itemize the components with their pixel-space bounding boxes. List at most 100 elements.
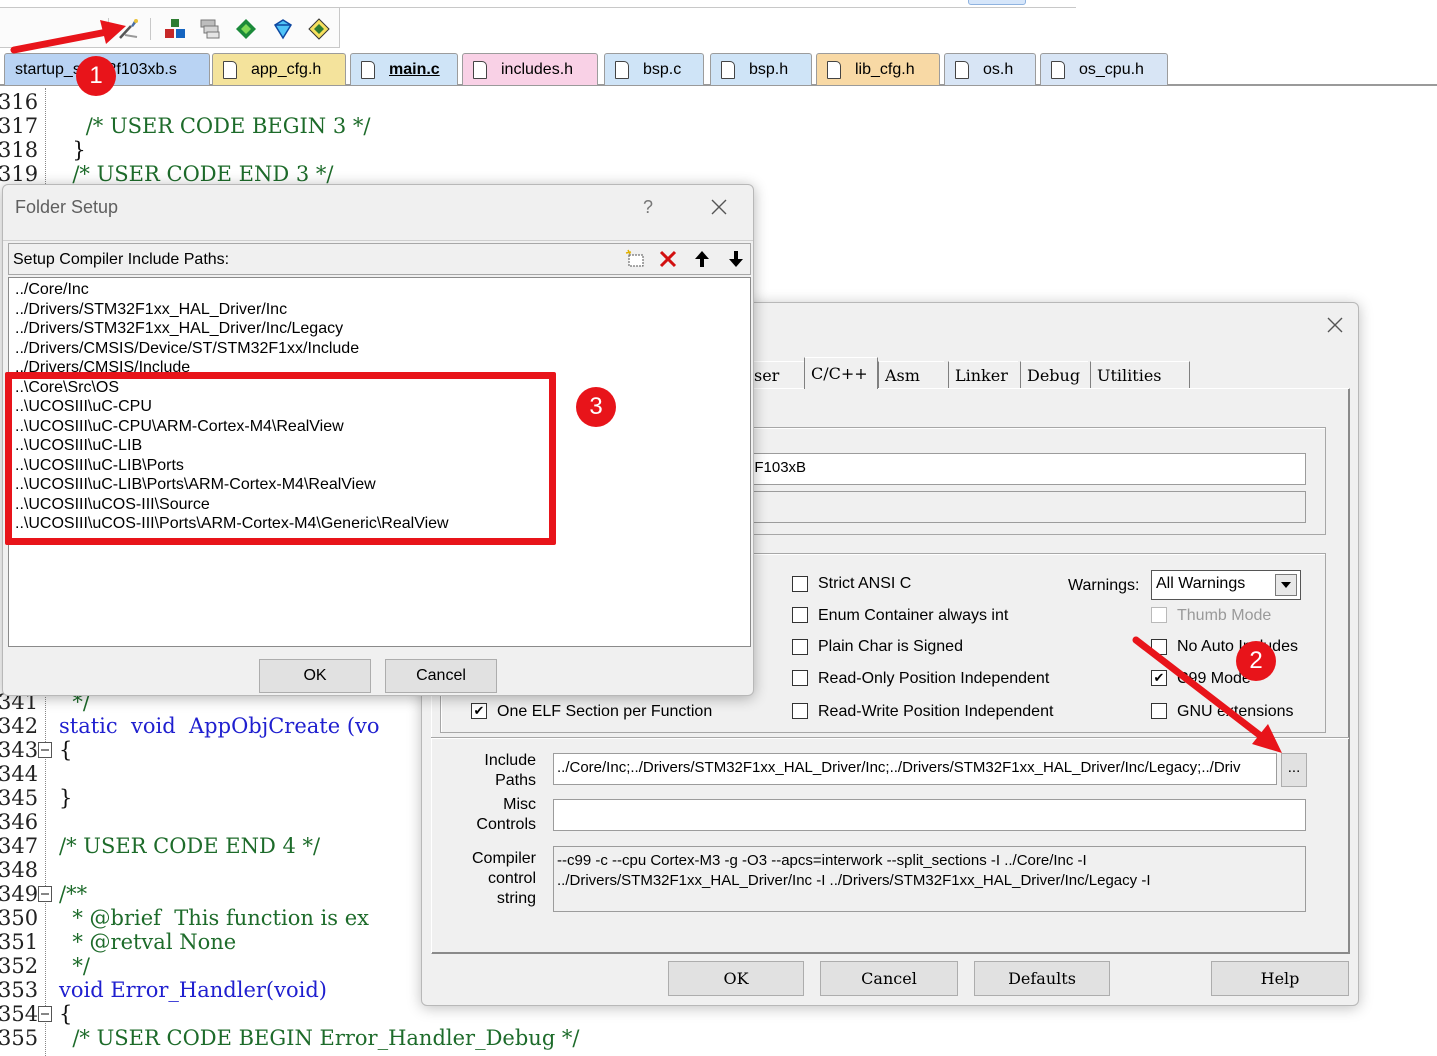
tab-debug[interactable]: Debug [1020, 361, 1088, 389]
rwpi-checkbox[interactable] [792, 703, 808, 719]
delete-icon[interactable] [653, 246, 683, 272]
step-badge-1: 1 [76, 56, 116, 96]
software-pack-icon[interactable] [270, 16, 296, 42]
tab-user[interactable]: ser [748, 361, 806, 389]
tab-bsp-c[interactable]: bsp.c [604, 53, 704, 85]
line-number: 342 [0, 714, 39, 738]
include-paths-label: Include Paths [484, 752, 536, 789]
tab-label: bsp.c [643, 60, 682, 78]
tab-label: Utilities [1097, 366, 1162, 385]
wizard-icon[interactable] [116, 16, 142, 42]
close-icon[interactable] [707, 195, 731, 219]
ok-button[interactable]: OK [259, 659, 371, 693]
include-path-item[interactable]: ../Drivers/STM32F1xx_HAL_Driver/Inc [15, 300, 287, 319]
build-target-icon[interactable] [306, 16, 332, 42]
tab-includes-h[interactable]: includes.h [462, 53, 598, 85]
line-number: 345 [0, 786, 39, 810]
code-text: /** [59, 882, 88, 906]
compiler-control-string-field[interactable]: --c99 -c --cpu Cortex-M3 -g -O3 --apcs=i… [553, 846, 1306, 912]
tab-asm[interactable]: Asm [878, 361, 944, 389]
tab-label: Linker [955, 366, 1008, 385]
strict-ansi-checkbox[interactable] [792, 576, 808, 592]
include-paths-header-label: Setup Compiler Include Paths: [13, 251, 230, 268]
fold-toggle-icon[interactable] [38, 1006, 52, 1022]
tab-label: C/C++ [811, 364, 868, 383]
tab-bsp-h[interactable]: bsp.h [710, 53, 812, 85]
line-number: 317 [0, 114, 39, 138]
compiler-control-string-label: Compiler control string [471, 850, 536, 907]
file-icon [223, 60, 237, 79]
new-folder-icon[interactable] [621, 246, 651, 272]
tab-app-cfg-h[interactable]: app_cfg.h [212, 53, 346, 85]
line-number: 348 [0, 858, 39, 882]
include-paths-field[interactable]: ../Core/Inc;../Drivers/STM32F1xx_HAL_Dri… [553, 753, 1277, 785]
tab-lib-cfg-h[interactable]: lib_cfg.h [816, 53, 940, 85]
code-line[interactable]: 319 /* USER CODE END 3 */ [0, 162, 1437, 186]
c99-mode-checkbox[interactable]: ✔ [1151, 670, 1167, 686]
cancel-button[interactable]: Cancel [820, 961, 958, 996]
move-up-icon[interactable] [687, 246, 717, 272]
thumb-mode-checkbox [1151, 607, 1167, 623]
misc-controls-field[interactable] [553, 799, 1306, 831]
menu-bar-remnant [0, 0, 1076, 8]
code-text: { [59, 1002, 73, 1026]
fold-toggle-icon[interactable] [38, 742, 52, 758]
line-number: 353 [0, 978, 39, 1002]
help-button[interactable]: Help [1211, 961, 1349, 996]
code-line[interactable]: 355 /* USER CODE BEGIN Error_Handler_Deb… [0, 1026, 1437, 1050]
one-elf-section-label: One ELF Section per Function [497, 703, 713, 720]
tab-label: bsp.h [749, 60, 789, 78]
line-number: 350 [0, 906, 39, 930]
close-icon[interactable] [1323, 313, 1347, 337]
enum-container-checkbox[interactable] [792, 607, 808, 623]
plain-char-signed-checkbox[interactable] [792, 639, 808, 655]
no-auto-includes-checkbox[interactable] [1151, 639, 1167, 655]
one-elf-section-checkbox[interactable]: ✔ [471, 703, 487, 719]
code-text: * @brief This function is ex [59, 906, 369, 930]
pack-installer-icon[interactable] [233, 16, 259, 42]
tab-utilities[interactable]: Utilities [1090, 361, 1190, 389]
ok-button[interactable]: OK [668, 961, 804, 996]
code-line[interactable]: 316 [0, 90, 1437, 114]
tab-c-cpp[interactable]: C/C++ [804, 357, 878, 389]
tab-label: ser [754, 366, 780, 385]
include-paths-header: Setup Compiler Include Paths: [8, 243, 751, 275]
misc-controls-label: Misc Controls [476, 796, 536, 833]
code-line[interactable]: 318 } [0, 138, 1437, 162]
define-value: 2F103xB [746, 459, 807, 476]
fold-toggle-icon[interactable] [38, 886, 52, 902]
select-packs-icon[interactable] [197, 16, 223, 42]
defaults-button[interactable]: Defaults [974, 961, 1110, 996]
include-path-item[interactable]: ../Drivers/CMSIS/Device/ST/STM32F1xx/Inc… [15, 339, 359, 358]
include-paths-browse-button[interactable]: ... [1281, 753, 1307, 787]
tab-main-c[interactable]: main.c [350, 53, 458, 85]
undefine-field[interactable] [742, 491, 1306, 523]
file-icon [361, 60, 375, 79]
warnings-select[interactable]: All Warnings [1151, 570, 1301, 600]
code-text: /* USER CODE END 3 */ [59, 162, 334, 186]
line-number: 352 [0, 954, 39, 978]
include-path-item[interactable]: ../Drivers/STM32F1xx_HAL_Driver/Inc/Lega… [15, 319, 343, 338]
define-field[interactable]: 2F103xB [742, 453, 1306, 485]
help-button[interactable]: ? [643, 197, 653, 218]
move-down-icon[interactable] [721, 246, 751, 272]
line-number: 318 [0, 138, 39, 162]
cancel-button[interactable]: Cancel [385, 659, 497, 693]
tab-os-cpu-h[interactable]: os_cpu.h [1040, 53, 1168, 85]
warnings-label: Warnings: [1068, 577, 1140, 594]
code-line[interactable]: 317 /* USER CODE BEGIN 3 */ [0, 114, 1437, 138]
ropi-checkbox[interactable] [792, 670, 808, 686]
manage-components-icon[interactable] [162, 16, 188, 42]
tab-linker[interactable]: Linker [948, 361, 1018, 389]
toolbar-separator [150, 18, 151, 40]
code-text: } [59, 138, 86, 162]
ropi-label: Read-Only Position Independent [818, 670, 1050, 687]
line-number: 319 [0, 162, 39, 186]
tab-os-h[interactable]: os.h [944, 53, 1036, 85]
gnu-extensions-label: GNU extensions [1177, 703, 1294, 720]
plain-char-signed-label: Plain Char is Signed [818, 638, 963, 655]
include-path-item[interactable]: ../Core/Inc [15, 280, 89, 299]
tab-label: Asm [885, 366, 920, 385]
gnu-extensions-checkbox[interactable] [1151, 703, 1167, 719]
chevron-down-icon [1275, 574, 1297, 596]
